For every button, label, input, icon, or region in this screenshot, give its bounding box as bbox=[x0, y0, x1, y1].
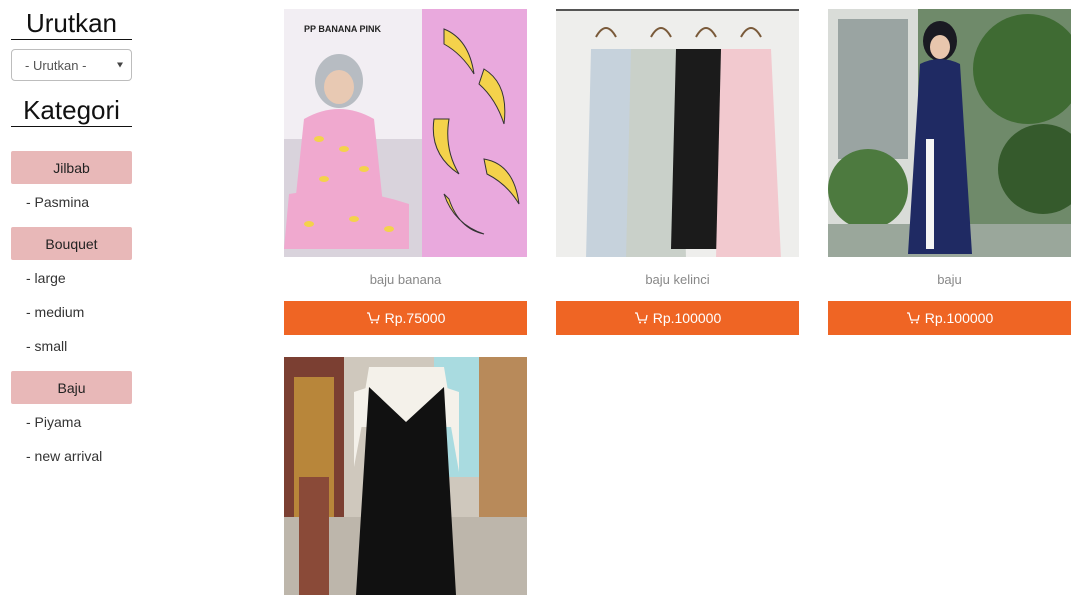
category-bouquet[interactable]: Bouquet bbox=[11, 227, 132, 260]
product-card: baju Rp.100000 bbox=[828, 9, 1071, 335]
category-heading: Kategori bbox=[11, 95, 132, 127]
product-name: baju kelinci bbox=[645, 272, 710, 287]
sort-select-value: - Urutkan - bbox=[25, 57, 87, 73]
product-price: Rp.75000 bbox=[384, 310, 446, 326]
add-to-cart-button[interactable]: Rp.75000 bbox=[284, 301, 527, 335]
category-baju[interactable]: Baju bbox=[11, 371, 132, 404]
subcategory-small[interactable]: - small bbox=[11, 337, 132, 355]
subcategory-piyama[interactable]: - Piyama bbox=[11, 413, 132, 431]
product-image[interactable] bbox=[284, 357, 527, 595]
product-name: baju bbox=[937, 272, 962, 287]
sort-heading: Urutkan bbox=[11, 8, 132, 40]
product-image[interactable] bbox=[556, 9, 799, 257]
subcategory-new-arrival[interactable]: - new arrival bbox=[11, 447, 132, 465]
product-image[interactable]: PP BANANA PINK bbox=[284, 9, 527, 257]
subcategory-large[interactable]: - large bbox=[11, 269, 132, 287]
product-card: PP BANANA PINK baju banana Rp.75000 bbox=[284, 9, 527, 335]
subcategory-medium[interactable]: - medium bbox=[11, 303, 132, 321]
subcategory-pasmina[interactable]: - Pasmina bbox=[11, 193, 132, 211]
add-to-cart-button[interactable]: Rp.100000 bbox=[556, 301, 799, 335]
sidebar: Urutkan - Urutkan - Kategori Jilbab - Pa… bbox=[11, 0, 132, 481]
sort-select[interactable]: - Urutkan - bbox=[11, 49, 132, 81]
cart-icon bbox=[634, 312, 648, 324]
chevron-down-icon bbox=[117, 62, 123, 68]
product-card: baju kelinci Rp.100000 bbox=[556, 9, 799, 335]
category-jilbab[interactable]: Jilbab bbox=[11, 151, 132, 184]
add-to-cart-button[interactable]: Rp.100000 bbox=[828, 301, 1071, 335]
cart-icon bbox=[366, 312, 380, 324]
category-list: Jilbab - Pasmina Bouquet - large - mediu… bbox=[11, 151, 132, 465]
product-price: Rp.100000 bbox=[652, 310, 722, 326]
product-price: Rp.100000 bbox=[924, 310, 994, 326]
product-image-label: PP BANANA PINK bbox=[304, 24, 382, 34]
product-card bbox=[284, 357, 527, 595]
product-image[interactable] bbox=[828, 9, 1071, 257]
shop-page: Urutkan - Urutkan - Kategori Jilbab - Pa… bbox=[0, 0, 1072, 595]
product-name: baju banana bbox=[369, 272, 442, 287]
cart-icon bbox=[906, 312, 920, 324]
